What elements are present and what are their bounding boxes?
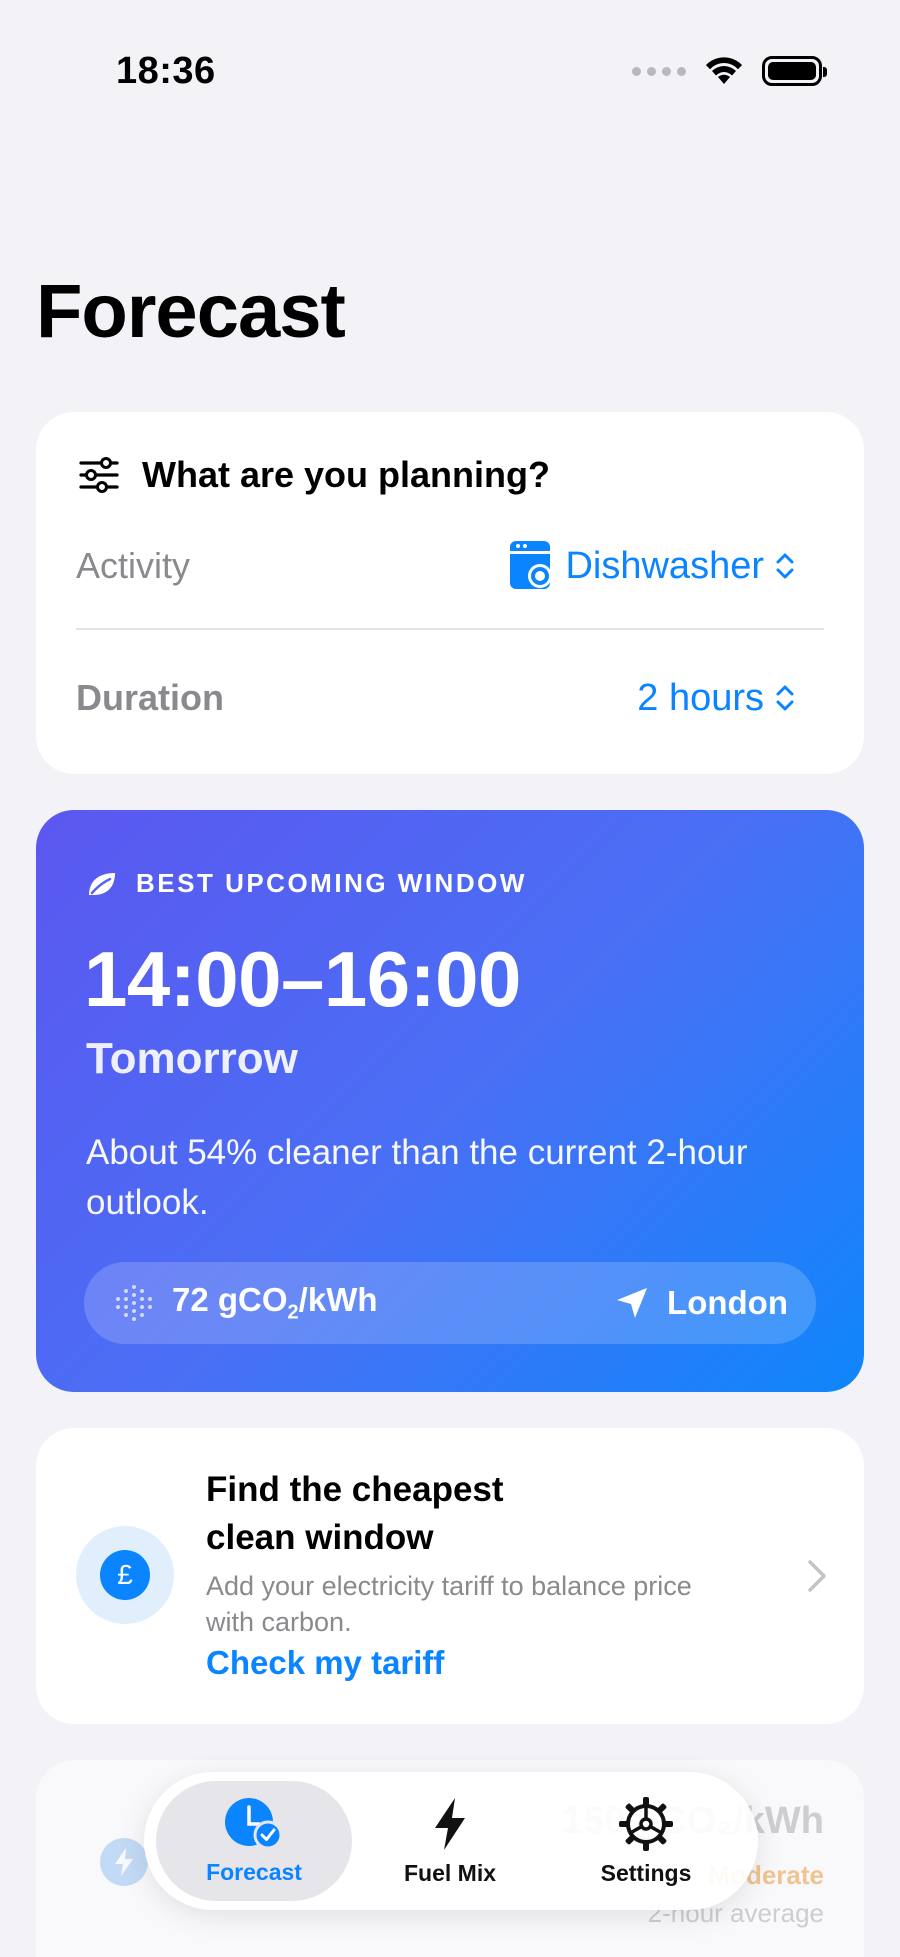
pound-icon: £ bbox=[76, 1526, 174, 1624]
status-indicators bbox=[632, 56, 827, 86]
best-window-description: About 54% cleaner than the current 2-hou… bbox=[86, 1133, 748, 1222]
best-window-header: BEST UPCOMING WINDOW bbox=[86, 868, 527, 899]
best-window-day: Tomorrow bbox=[86, 1034, 298, 1083]
location-info: London bbox=[615, 1284, 788, 1322]
tab-forecast[interactable]: Forecast bbox=[156, 1781, 352, 1901]
bolt-icon bbox=[435, 1797, 465, 1850]
clock-check-icon bbox=[225, 1797, 283, 1849]
activity-label: Activity bbox=[76, 545, 191, 586]
gear-icon bbox=[619, 1796, 673, 1851]
status-bar: 18:36 bbox=[0, 0, 900, 140]
chevron-right-icon bbox=[808, 1560, 826, 1592]
planning-card: What are you planning? Activity Dishwash… bbox=[36, 412, 864, 774]
activity-row: Activity Dishwasher bbox=[76, 536, 824, 596]
tariff-description: Add your electricity tariff to balance p… bbox=[206, 1571, 692, 1637]
duration-value: 2 hours bbox=[637, 676, 764, 719]
tab-fuel-mix[interactable]: Fuel Mix bbox=[352, 1781, 548, 1901]
tab-label: Fuel Mix bbox=[403, 1859, 496, 1886]
check-tariff-link[interactable]: Check my tariff bbox=[206, 1644, 444, 1682]
duration-label: Duration bbox=[76, 677, 224, 718]
wifi-icon bbox=[706, 57, 742, 84]
sliders-icon bbox=[79, 457, 119, 493]
planning-header: What are you planning? bbox=[78, 454, 550, 496]
page-title: Forecast bbox=[36, 269, 346, 354]
chevron-up-down-icon bbox=[776, 685, 794, 711]
signal-icon bbox=[632, 66, 686, 76]
tab-bar: Forecast Fuel Mix Settings bbox=[144, 1772, 758, 1910]
battery-icon bbox=[762, 56, 827, 86]
status-time: 18:36 bbox=[116, 50, 216, 92]
intensity-value: 72 gCO2/kWh bbox=[172, 1281, 378, 1324]
duration-picker[interactable]: 2 hours bbox=[637, 677, 824, 720]
tariff-title: Find the cheapest clean window bbox=[206, 1470, 504, 1557]
tab-label: Settings bbox=[600, 1859, 692, 1886]
activity-value: Dishwasher bbox=[565, 544, 764, 587]
best-window-label: BEST UPCOMING WINDOW bbox=[136, 868, 527, 898]
location-value: London bbox=[667, 1284, 788, 1321]
planning-title: What are you planning? bbox=[142, 454, 551, 495]
intensity-info: 72 gCO2/kWh bbox=[114, 1281, 378, 1325]
best-window-card[interactable]: BEST UPCOMING WINDOW 14:00–16:00 Tomorro… bbox=[36, 810, 864, 1392]
best-window-time: 14:00–16:00 bbox=[84, 935, 521, 1023]
tab-label: Forecast bbox=[206, 1858, 302, 1885]
bolt-icon bbox=[100, 1838, 148, 1886]
divider bbox=[76, 628, 824, 630]
chevron-up-down-icon bbox=[776, 553, 794, 579]
dishwasher-icon bbox=[510, 541, 553, 589]
activity-picker[interactable]: Dishwasher bbox=[509, 540, 824, 592]
best-window-info-pill: 72 gCO2/kWh London bbox=[84, 1262, 816, 1344]
tab-settings[interactable]: Settings bbox=[548, 1781, 744, 1901]
dotted-circle-icon bbox=[116, 1285, 152, 1321]
leaf-icon bbox=[89, 872, 115, 895]
duration-row: Duration 2 hours bbox=[76, 668, 824, 728]
location-arrow-icon bbox=[617, 1288, 648, 1318]
tariff-card[interactable]: £ Find the cheapest clean window Add you… bbox=[36, 1428, 864, 1724]
